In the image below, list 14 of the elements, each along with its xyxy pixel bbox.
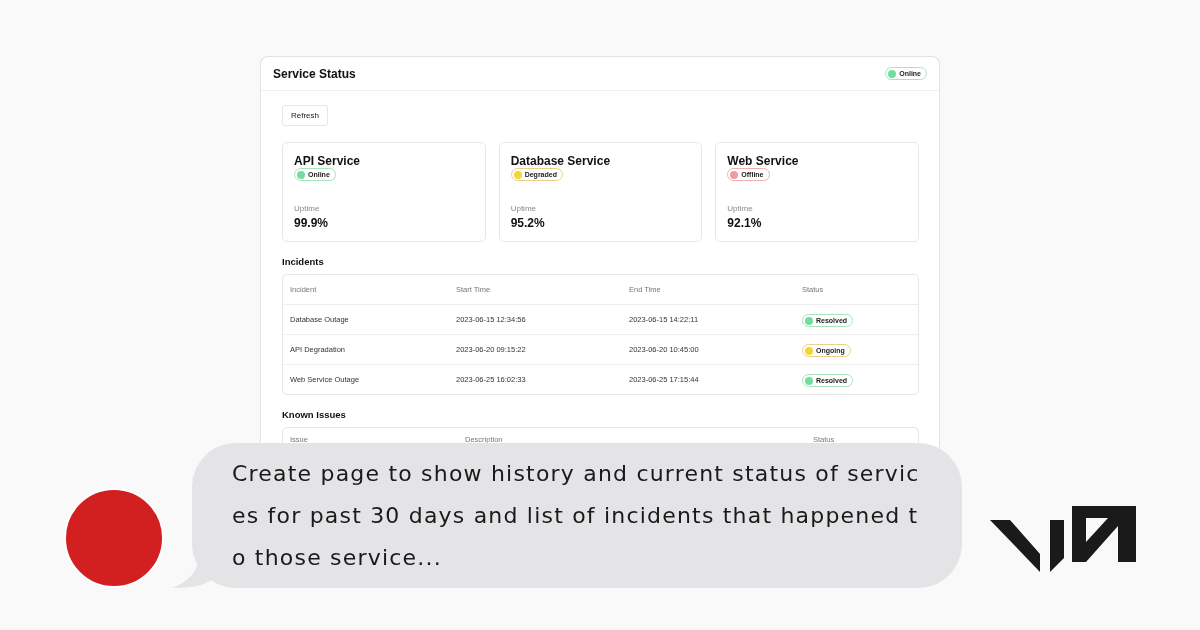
chat-message: Create page to show history and current status of services for past 30 days and list of incidents that happened to those service...: [232, 460, 921, 572]
section-title: Incidents: [282, 256, 325, 267]
refresh-button[interactable]: Refresh: [282, 105, 328, 126]
service-name: Database Service: [510, 154, 611, 168]
window-title: Service Status: [273, 66, 356, 81]
uptime-value: 99.9%: [294, 216, 329, 230]
uptime-label: Uptime: [294, 204, 320, 213]
section-title: Known Issues: [282, 409, 347, 420]
uptime-label: Uptime: [510, 204, 536, 213]
uptime-value: 95.2%: [510, 216, 545, 230]
uptime-label: Uptime: [727, 204, 753, 213]
uptime-value: 92.1%: [727, 216, 762, 230]
service-name: API Service: [294, 154, 361, 168]
service-name: Web Service: [727, 154, 799, 168]
